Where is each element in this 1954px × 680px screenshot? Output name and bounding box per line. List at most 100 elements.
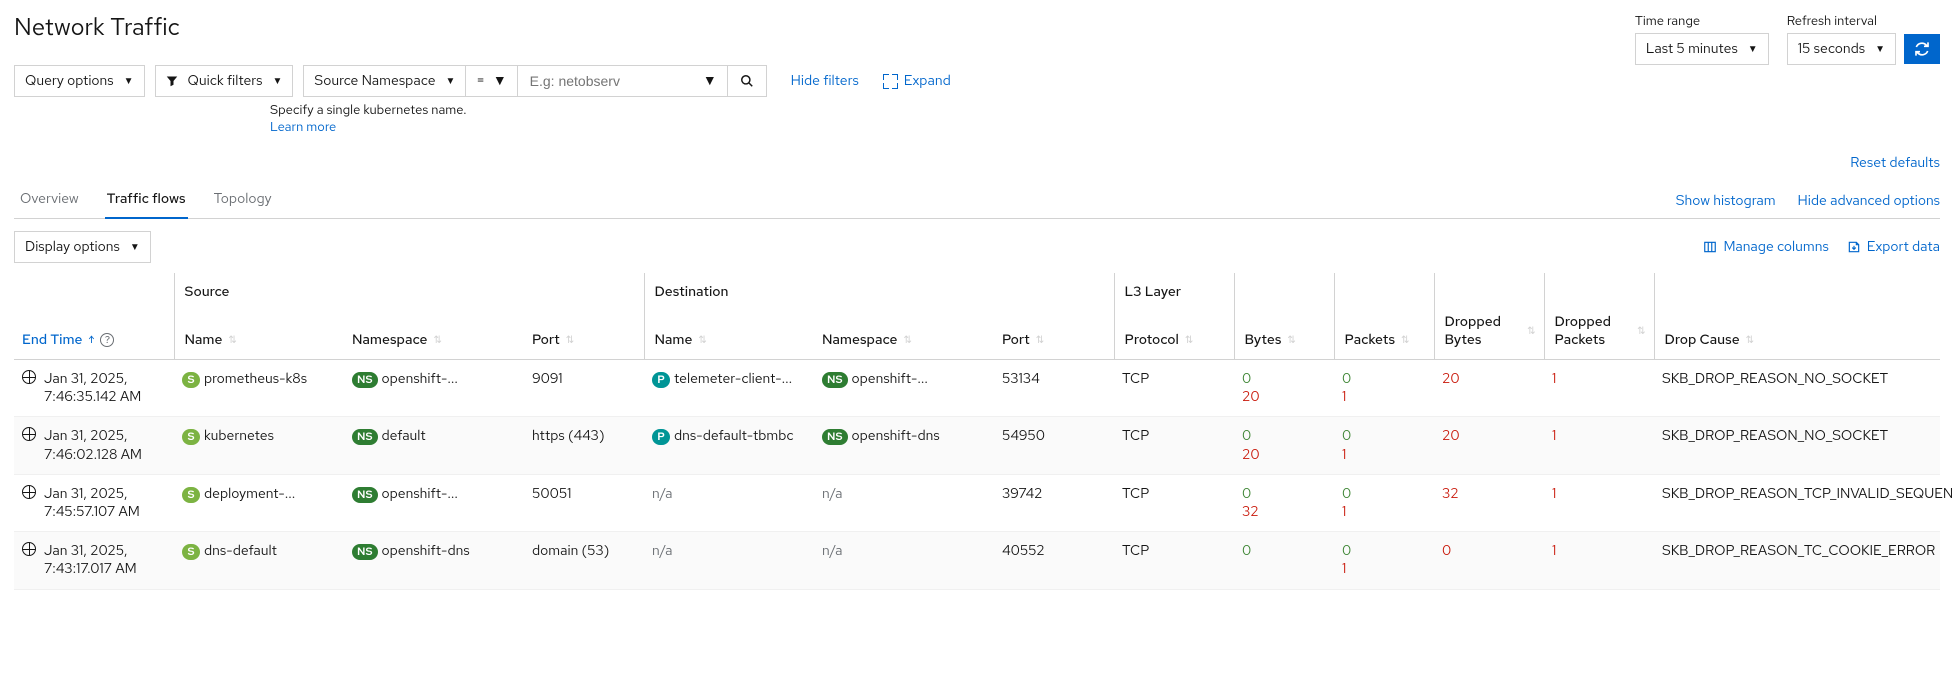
dst-name[interactable]: telemeter-client-... (674, 370, 792, 388)
protocol: TCP (1114, 532, 1234, 589)
row-date: Jan 31, 2025, (44, 427, 142, 445)
col-src-namespace[interactable]: Namespace⇅ (344, 303, 524, 360)
col-group-l3: L3 Layer (1114, 273, 1234, 303)
dst-namespace[interactable]: openshift-dns (852, 427, 940, 445)
sort-icon: ⇅ (1527, 325, 1535, 338)
src-name[interactable]: kubernetes (204, 427, 274, 445)
sort-icon: ⇅ (433, 334, 441, 347)
filter-value-input-wrapper[interactable]: ▼ (518, 65, 728, 97)
packets-dropped: 1 (1342, 503, 1426, 521)
table-row[interactable]: Jan 31, 2025,7:45:57.107 AM Sdeployment-… (14, 474, 1940, 531)
caret-down-icon: ▼ (493, 72, 507, 90)
sort-icon: ⇅ (903, 334, 911, 347)
col-dropped-bytes[interactable]: Dropped Bytes⇅ (1434, 303, 1544, 360)
filter-operator-dropdown[interactable]: = ▼ (466, 65, 517, 97)
globe-icon (22, 485, 36, 499)
dst-name: n/a (652, 485, 673, 503)
page-title: Network Traffic (14, 12, 180, 43)
sort-icon: ⇅ (1287, 334, 1295, 347)
expand-link[interactable]: Expand (883, 72, 951, 90)
src-port: https (443) (524, 417, 644, 474)
col-dst-name[interactable]: Name⇅ (644, 303, 814, 360)
tab-traffic-flows[interactable]: Traffic flows (105, 182, 188, 218)
display-options-label: Display options (25, 238, 120, 256)
table-row[interactable]: Jan 31, 2025,7:46:02.128 AM Skubernetes … (14, 417, 1940, 474)
globe-icon (22, 370, 36, 384)
src-port: 50051 (524, 474, 644, 531)
packets-sent: 0 (1342, 427, 1426, 445)
packets-sent: 0 (1342, 370, 1426, 388)
quick-filters-dropdown[interactable]: Quick filters ▼ (155, 65, 294, 97)
col-bytes[interactable]: Bytes⇅ (1234, 303, 1334, 360)
table-row[interactable]: Jan 31, 2025,7:46:35.142 AM Sprometheus-… (14, 360, 1940, 417)
reset-defaults-link[interactable]: Reset defaults (1850, 154, 1940, 172)
caret-down-icon: ▼ (446, 75, 456, 88)
col-dst-port[interactable]: Port⇅ (994, 303, 1114, 360)
src-namespace[interactable]: openshift-... (382, 485, 458, 503)
hide-advanced-options-link[interactable]: Hide advanced options (1798, 192, 1940, 210)
dst-namespace: n/a (822, 485, 843, 503)
service-badge-icon: S (182, 372, 200, 388)
protocol: TCP (1114, 417, 1234, 474)
show-histogram-link[interactable]: Show histogram (1676, 192, 1776, 210)
pod-badge-icon: P (652, 429, 670, 445)
dropped-packets: 1 (1552, 542, 1556, 560)
packets-sent: 0 (1342, 542, 1426, 560)
quick-filters-label: Quick filters (188, 72, 263, 90)
manage-columns-link[interactable]: Manage columns (1703, 238, 1828, 256)
col-dst-namespace[interactable]: Namespace⇅ (814, 303, 994, 360)
service-badge-icon: S (182, 429, 200, 445)
col-end-time[interactable]: End Time ↑ ? (14, 303, 174, 360)
row-time: 7:45:57.107 AM (44, 503, 140, 521)
time-range-value: Last 5 minutes (1646, 40, 1738, 58)
drop-cause: SKB_DROP_REASON_NO_SOCKET (1654, 360, 1940, 417)
filter-value-input[interactable] (528, 72, 703, 90)
table-row[interactable]: Jan 31, 2025,7:43:17.017 AM Sdns-default… (14, 532, 1940, 589)
src-namespace[interactable]: openshift-dns (382, 542, 470, 560)
namespace-badge-icon: NS (352, 372, 378, 388)
help-icon[interactable]: ? (100, 333, 114, 347)
filter-field-dropdown[interactable]: Source Namespace ▼ (303, 65, 466, 97)
col-group-destination: Destination (644, 273, 1114, 303)
refresh-button[interactable] (1904, 34, 1940, 64)
export-data-link[interactable]: Export data (1847, 238, 1940, 256)
sort-icon: ⇅ (1637, 325, 1645, 338)
refresh-interval-dropdown[interactable]: 15 seconds ▼ (1787, 33, 1896, 65)
col-protocol[interactable]: Protocol⇅ (1114, 303, 1234, 360)
col-src-name[interactable]: Name⇅ (174, 303, 344, 360)
dropped-bytes: 20 (1442, 370, 1460, 388)
src-name[interactable]: prometheus-k8s (204, 370, 307, 388)
service-badge-icon: S (182, 544, 200, 560)
dst-name[interactable]: dns-default-tbmbc (674, 427, 794, 445)
src-namespace[interactable]: default (382, 427, 426, 445)
row-date: Jan 31, 2025, (44, 542, 137, 560)
hide-filters-link[interactable]: Hide filters (791, 72, 859, 90)
sort-icon: ⇅ (1185, 334, 1193, 347)
row-date: Jan 31, 2025, (44, 485, 140, 503)
flows-table: Source Destination L3 Layer End Time ↑ ?… (14, 273, 1940, 590)
col-packets[interactable]: Packets⇅ (1334, 303, 1434, 360)
caret-down-icon: ▼ (703, 72, 717, 90)
query-options-dropdown[interactable]: Query options ▼ (14, 65, 145, 97)
tab-overview[interactable]: Overview (18, 182, 81, 218)
sort-icon: ⇅ (566, 334, 574, 347)
src-name[interactable]: deployment-... (204, 485, 295, 503)
learn-more-link[interactable]: Learn more (270, 118, 336, 135)
src-namespace[interactable]: openshift-... (382, 370, 458, 388)
caret-down-icon: ▼ (130, 241, 140, 254)
refresh-icon (1914, 41, 1930, 57)
bytes-sent: 0 (1242, 427, 1326, 445)
row-time: 7:46:02.128 AM (44, 446, 142, 464)
col-src-port[interactable]: Port⇅ (524, 303, 644, 360)
dst-namespace[interactable]: openshift-... (852, 370, 928, 388)
tab-topology[interactable]: Topology (212, 182, 274, 218)
export-icon (1847, 240, 1861, 254)
col-drop-cause[interactable]: Drop Cause⇅ (1654, 303, 1940, 360)
col-dropped-packets[interactable]: Dropped Packets⇅ (1544, 303, 1654, 360)
row-date: Jan 31, 2025, (44, 370, 141, 388)
src-name[interactable]: dns-default (204, 542, 277, 560)
drop-cause: SKB_DROP_REASON_NO_SOCKET (1654, 417, 1940, 474)
time-range-dropdown[interactable]: Last 5 minutes ▼ (1635, 33, 1769, 65)
filter-search-button[interactable] (728, 65, 767, 97)
display-options-dropdown[interactable]: Display options ▼ (14, 231, 151, 263)
